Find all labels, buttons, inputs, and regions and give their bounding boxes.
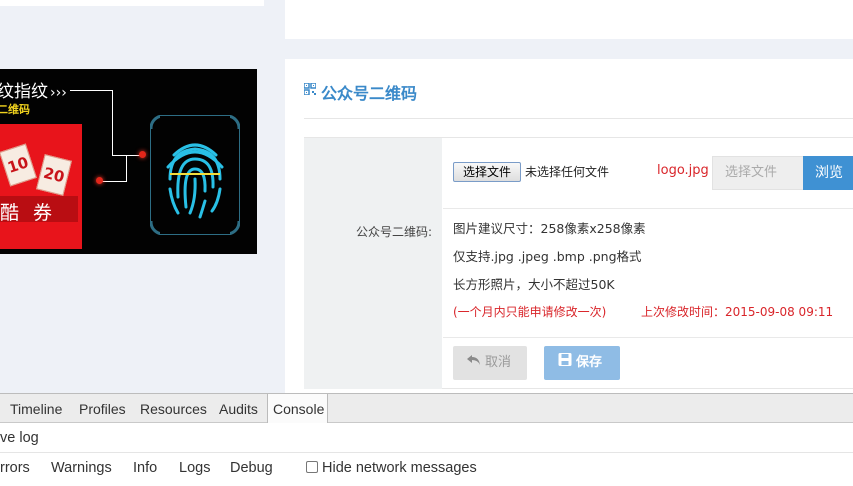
- top-left-panel: [0, 0, 264, 6]
- undo-icon: [467, 355, 480, 365]
- tab-console[interactable]: Console: [267, 394, 329, 423]
- fingerprint-icon: [150, 115, 240, 235]
- save-button[interactable]: 保存: [544, 346, 620, 380]
- filter-logs[interactable]: Logs: [179, 460, 210, 476]
- coupon-text: 酷 券: [0, 202, 57, 224]
- filter-warnings[interactable]: Warnings: [51, 460, 112, 476]
- banner-connector-line: [70, 90, 112, 91]
- file-status-text: 未选择任何文件: [525, 165, 610, 179]
- devtools-tab-bar: Timeline Profiles Resources Audits Conso…: [0, 393, 853, 423]
- banner-arrows: ›››: [50, 85, 67, 101]
- info-limit: 长方形照片，大小不超过50K: [453, 277, 615, 292]
- file-path-input[interactable]: 选择文件: [712, 156, 804, 190]
- row-divider: [443, 208, 853, 209]
- hide-network-option[interactable]: Hide network messages: [306, 460, 477, 476]
- info-size: 图片建议尺寸：258像素x258像素: [453, 221, 646, 236]
- banner-connector-line: [112, 155, 142, 156]
- banner-connector-line: [112, 90, 113, 155]
- form-label: 公众号二维码:: [355, 225, 432, 239]
- tab-profiles[interactable]: Profiles: [79, 401, 126, 417]
- tab-audits[interactable]: Audits: [219, 401, 258, 417]
- hide-network-checkbox[interactable]: [306, 461, 318, 473]
- banner-title: 纹指纹 ›››: [0, 82, 67, 102]
- save-icon: [558, 353, 572, 366]
- hide-network-label: Hide network messages: [322, 460, 477, 476]
- filter-errors[interactable]: rrors: [0, 460, 30, 476]
- tab-timeline[interactable]: Timeline: [10, 401, 62, 417]
- filter-debug[interactable]: Debug: [230, 460, 273, 476]
- tab-resources[interactable]: Resources: [140, 401, 207, 417]
- qr-code-icon: [304, 83, 316, 95]
- section-title: 公众号二维码: [321, 84, 418, 103]
- banner-connector-line: [100, 181, 127, 182]
- info-last-modified: 上次修改时间：2015-09-08 09:11: [641, 305, 834, 319]
- row-divider: [443, 337, 853, 338]
- fingerprint-banner-ad[interactable]: 纹指纹 ››› 二维码 10 20 酷 券: [0, 69, 257, 254]
- form-label-column: [304, 138, 442, 389]
- top-right-panel: [285, 0, 853, 39]
- banner-subtitle: 二维码: [0, 103, 30, 116]
- banner-connector-line: [126, 155, 127, 181]
- choose-file-button[interactable]: 选择文件: [453, 162, 521, 182]
- section-divider: [304, 118, 853, 119]
- banner-glow-dot: [96, 177, 103, 184]
- info-formats: 仅支持.jpg .jpeg .bmp .png格式: [453, 249, 642, 264]
- preserve-log-option[interactable]: ve log: [0, 430, 39, 446]
- logo-filename[interactable]: logo.jpg: [657, 163, 709, 178]
- banner-glow-dot: [139, 151, 146, 158]
- filter-info[interactable]: Info: [133, 460, 157, 476]
- cancel-button[interactable]: 取消: [453, 346, 527, 380]
- browse-button[interactable]: 浏览: [803, 156, 853, 190]
- save-label: 保存: [576, 355, 603, 370]
- cancel-label: 取消: [485, 355, 512, 370]
- devtools-panel: Timeline Profiles Resources Audits Conso…: [0, 393, 853, 486]
- devtools-divider: [0, 452, 853, 453]
- info-monthly-limit: (一个月内只能申请修改一次): [453, 305, 607, 319]
